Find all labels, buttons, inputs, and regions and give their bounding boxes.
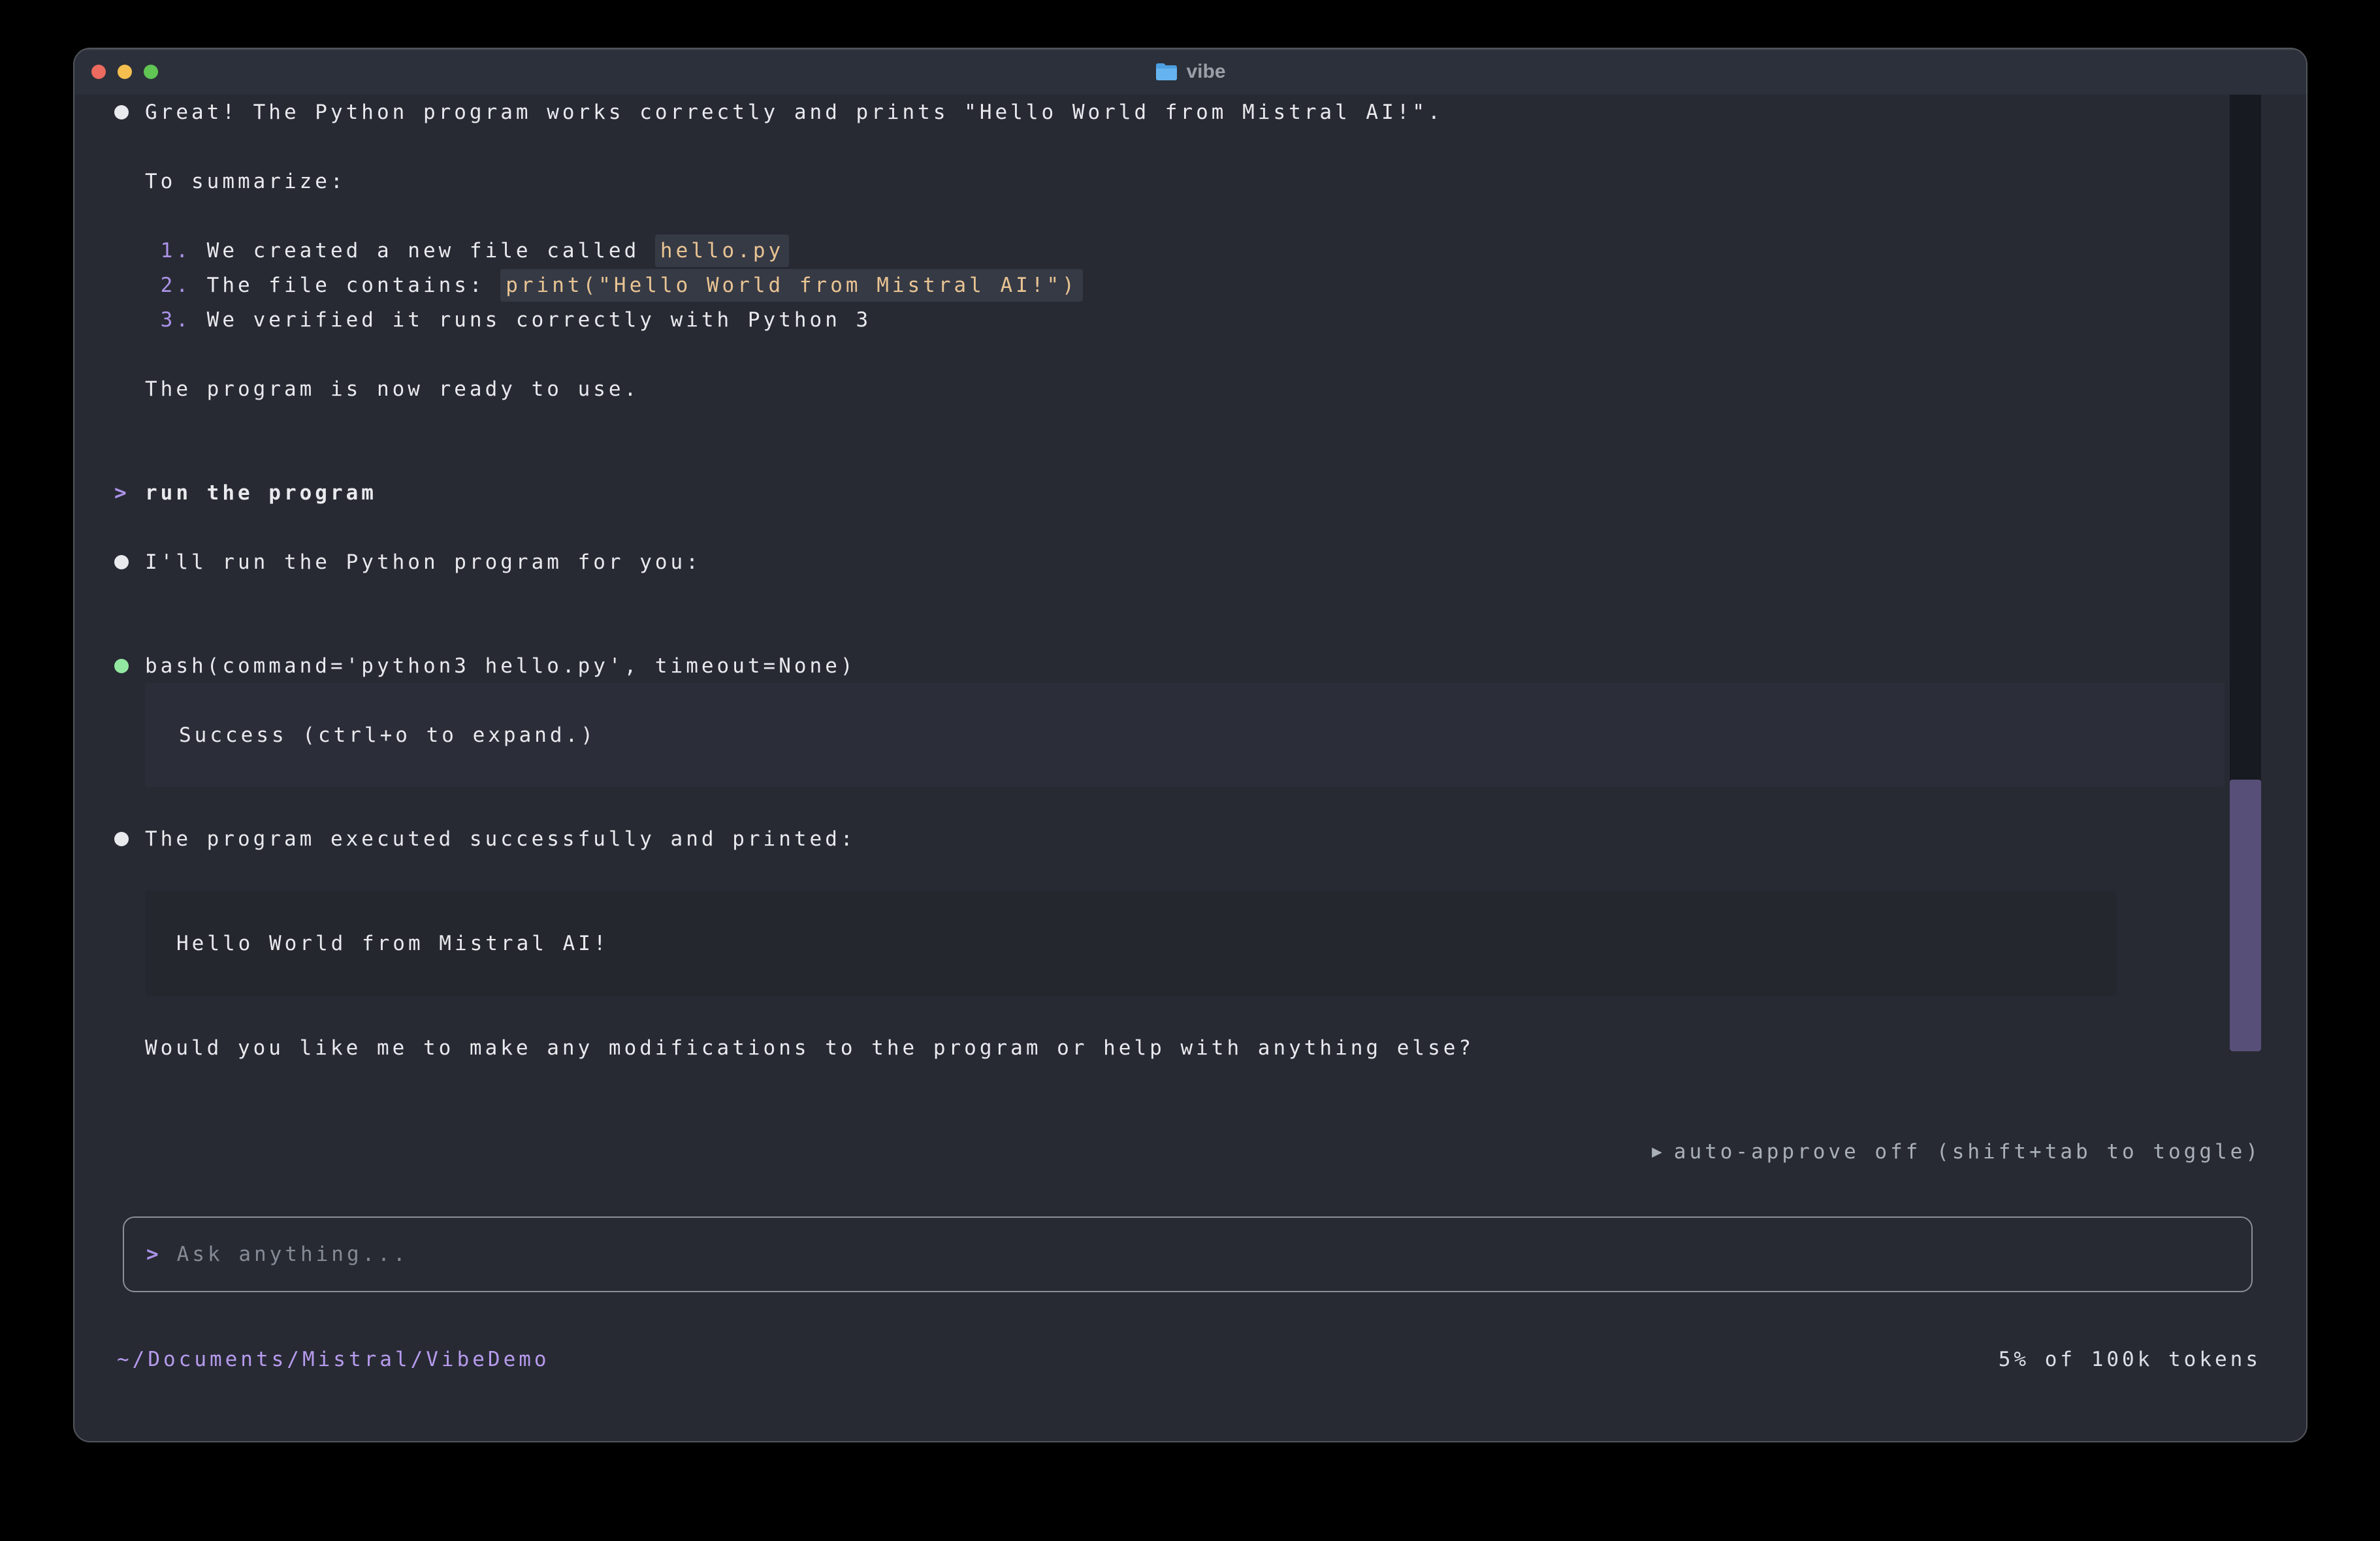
tool-call-message: bash(command='python3 hello.py', timeout…: [114, 648, 2261, 683]
inline-code: hello.py: [655, 234, 789, 267]
ask-input[interactable]: [177, 1218, 2251, 1291]
message-text: To summarize:: [145, 170, 346, 193]
assistant-message: To summarize:: [114, 164, 2261, 199]
assistant-message: Would you like me to make any modificati…: [114, 1030, 2261, 1065]
tool-result-text: Success (ctrl+o to expand.): [179, 723, 596, 747]
list-number: 3.: [145, 308, 207, 332]
message-text: The program is now ready to use.: [145, 377, 639, 401]
tool-call-text: bash(command='python3 hello.py', timeout…: [145, 654, 856, 678]
assistant-message: The program executed successfully and pr…: [114, 821, 2261, 856]
message-text: Would you like me to make any modificati…: [145, 1036, 1474, 1060]
expand-triangle-icon: ▶: [1652, 1142, 1662, 1162]
window-title: vibe: [1186, 61, 1225, 83]
list-item: 1. We created a new file called hello.py: [114, 233, 2261, 268]
terminal-window: vibe Great! The Python program works cor…: [73, 48, 2308, 1442]
traffic-lights: [91, 65, 158, 79]
title-group: vibe: [1155, 61, 1225, 83]
scrollbar-track[interactable]: [2230, 95, 2261, 1051]
assistant-message: I'll run the Python program for you:: [114, 545, 2261, 579]
token-usage: 5% of 100k tokens: [1999, 1348, 2261, 1371]
list-item-text: 3. We verified it runs correctly with Py…: [145, 308, 871, 332]
list-item-text: 2. The file contains:: [145, 274, 500, 297]
folder-icon: [1155, 63, 1177, 81]
assistant-message: The program is now ready to use.: [114, 372, 2261, 406]
auto-approve-label: auto-approve off (shift+tab to toggle): [1674, 1140, 2261, 1164]
assistant-message: Great! The Python program works correctl…: [114, 95, 2261, 129]
tool-result-panel[interactable]: Success (ctrl+o to expand.): [145, 683, 2225, 787]
conversation-area: Great! The Python program works correctl…: [74, 95, 2306, 1376]
auto-approve-toggle[interactable]: ▶ auto-approve off (shift+tab to toggle): [114, 1134, 2261, 1169]
close-button[interactable]: [91, 65, 106, 79]
scrollbar-thumb[interactable]: [2230, 780, 2261, 1051]
status-bar: ~/Documents/Mistral/VibeDemo 5% of 100k …: [114, 1342, 2261, 1376]
list-item: 3. We verified it runs correctly with Py…: [114, 302, 2261, 337]
list-item-text: 1. We created a new file called: [145, 239, 655, 262]
minimize-button[interactable]: [118, 65, 132, 79]
list-number: 2.: [145, 274, 207, 297]
program-output-text: Hello World from Mistral AI!: [176, 932, 609, 955]
input-caret-icon: >: [146, 1243, 162, 1266]
user-message: > run the program: [114, 475, 2261, 510]
tool-bullet-icon: [114, 659, 129, 673]
assistant-bullet-icon: [114, 832, 129, 846]
user-message-text: run the program: [145, 481, 377, 505]
assistant-bullet-icon: [114, 555, 129, 569]
list-number: 1.: [145, 239, 207, 262]
message-text: Great! The Python program works correctl…: [145, 101, 1443, 124]
zoom-button[interactable]: [144, 65, 158, 79]
prompt-input-box[interactable]: >: [123, 1216, 2253, 1292]
message-text: I'll run the Python program for you:: [145, 550, 701, 574]
message-text: The program executed successfully and pr…: [145, 827, 856, 851]
prompt-caret-icon: >: [114, 481, 130, 505]
program-output-box: Hello World from Mistral AI!: [145, 891, 2117, 996]
titlebar: vibe: [74, 49, 2306, 95]
inline-code: print("Hello World from Mistral AI!"): [500, 269, 1083, 302]
working-directory-path: ~/Documents/Mistral/VibeDemo: [117, 1348, 550, 1371]
assistant-bullet-icon: [114, 105, 129, 119]
list-item: 2. The file contains: print("Hello World…: [114, 268, 2261, 302]
